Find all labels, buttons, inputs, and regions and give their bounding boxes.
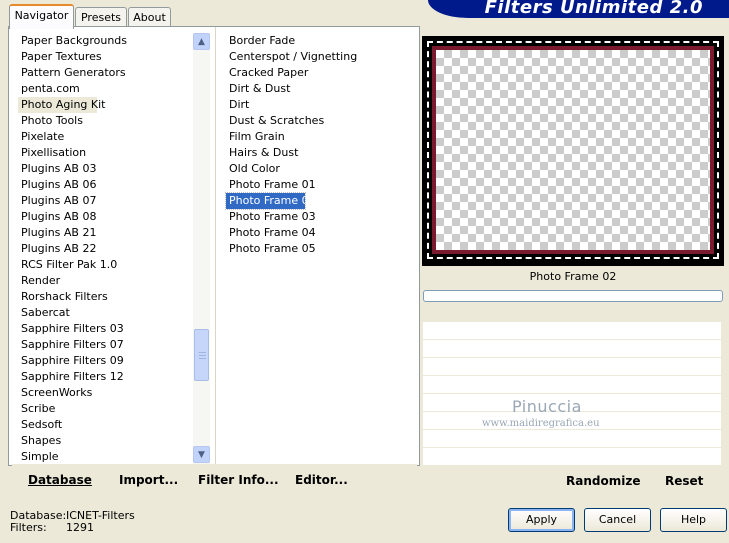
watermark-url: www.maidiregrafica.eu [482,418,600,429]
category-item[interactable]: ScreenWorks [18,385,127,401]
import-button[interactable]: Import... [119,473,178,487]
filter-item[interactable]: Hairs & Dust [226,145,357,161]
parameter-area [423,322,721,465]
category-item[interactable]: Rorshack Filters [18,289,127,305]
preview-frame-edge [427,41,719,259]
navigator-toolbar: Database Import... Filter Info... Editor… [12,464,417,492]
category-item[interactable]: Plugins AB 21 [18,225,127,241]
category-item[interactable]: Sapphire Filters 07 [18,337,127,353]
category-item[interactable]: Render [18,273,127,289]
database-button[interactable]: Database [28,473,92,487]
filter-item[interactable]: Photo Frame 04 [226,225,357,241]
category-item[interactable]: Paper Backgrounds [18,33,127,49]
help-button[interactable]: Help [660,508,727,532]
reset-button[interactable]: Reset [665,474,703,488]
tab-navigator[interactable]: Navigator [9,4,74,29]
category-item[interactable]: Scribe [18,401,127,417]
category-item[interactable]: Simple [18,449,127,465]
category-item[interactable]: Plugins AB 06 [18,177,127,193]
category-item[interactable]: Photo Tools [18,113,127,129]
category-item[interactable]: Sapphire Filters 12 [18,369,127,385]
category-item[interactable]: Plugins AB 03 [18,161,127,177]
filter-item[interactable]: Photo Frame 03 [226,209,357,225]
editor-button[interactable]: Editor... [295,473,348,487]
filter-item[interactable]: Photo Frame 05 [226,241,357,257]
category-item[interactable]: Pixelate [18,129,127,145]
scroll-thumb[interactable] [194,329,209,381]
watermark-name: Pinuccia [512,397,582,416]
filters-status-label: Filters: [10,521,47,534]
tab-presets[interactable]: Presets [75,7,127,27]
filter-item[interactable]: Dirt & Dust [226,81,357,97]
category-item[interactable]: penta.com [18,81,127,97]
chevron-down-icon: ▼ [198,449,205,460]
filter-item[interactable]: Centerspot / Vignetting [226,49,357,65]
category-item[interactable]: Plugins AB 22 [18,241,127,257]
filters-count-value: 1291 [66,521,94,534]
tab-about[interactable]: About [128,7,171,27]
randomize-button[interactable]: Randomize [566,474,640,488]
category-list[interactable]: Paper Backgrounds Paper Textures Pattern G… [18,33,127,465]
filter-item[interactable]: Photo Frame 02 [225,192,316,210]
scroll-up-button[interactable]: ▲ [193,33,210,50]
category-item[interactable]: Sapphire Filters 03 [18,321,127,337]
banner-title: Filters Unlimited 2.0 [484,0,703,18]
cancel-button[interactable]: Cancel [584,508,651,532]
filter-info-button[interactable]: Filter Info... [198,473,279,487]
title-banner: Filters Unlimited 2.0 [428,0,729,18]
filter-item[interactable]: Cracked Paper [226,65,357,81]
category-item[interactable]: Shapes [18,433,127,449]
filter-list[interactable]: Border Fade Centerspot / Vignetting Cracke… [225,33,357,257]
category-item[interactable]: Sabercat [18,305,127,321]
category-item[interactable]: Sedsoft [18,417,127,433]
category-item[interactable]: Paper Textures [18,49,127,65]
category-item[interactable]: Sapphire Filters 09 [18,353,127,369]
filter-item[interactable]: Dirt [226,97,357,113]
category-item[interactable]: Pattern Generators [18,65,127,81]
category-item[interactable]: Pixellisation [18,145,127,161]
category-item[interactable]: Photo Aging Kit [18,97,105,113]
scroll-down-button[interactable]: ▼ [193,446,210,463]
list-divider [215,27,216,464]
database-label: Database [28,473,92,487]
category-item[interactable]: RCS Filter Pak 1.0 [18,257,127,273]
category-item[interactable]: Plugins AB 07 [18,193,127,209]
filter-item[interactable]: Dust & Scratches [226,113,357,129]
filter-item[interactable]: Photo Frame 01 [226,177,357,193]
filter-item[interactable]: Film Grain [226,129,357,145]
category-scrollbar[interactable]: ▲ ▼ [193,33,210,464]
preview-filter-name: Photo Frame 02 [529,270,617,283]
chevron-up-icon: ▲ [198,36,205,47]
filter-item[interactable]: Old Color [226,161,357,177]
category-item[interactable]: Plugins AB 08 [18,209,127,225]
progress-bar [423,290,723,302]
filter-item[interactable]: Border Fade [226,33,357,49]
apply-button[interactable]: Apply [508,508,575,532]
